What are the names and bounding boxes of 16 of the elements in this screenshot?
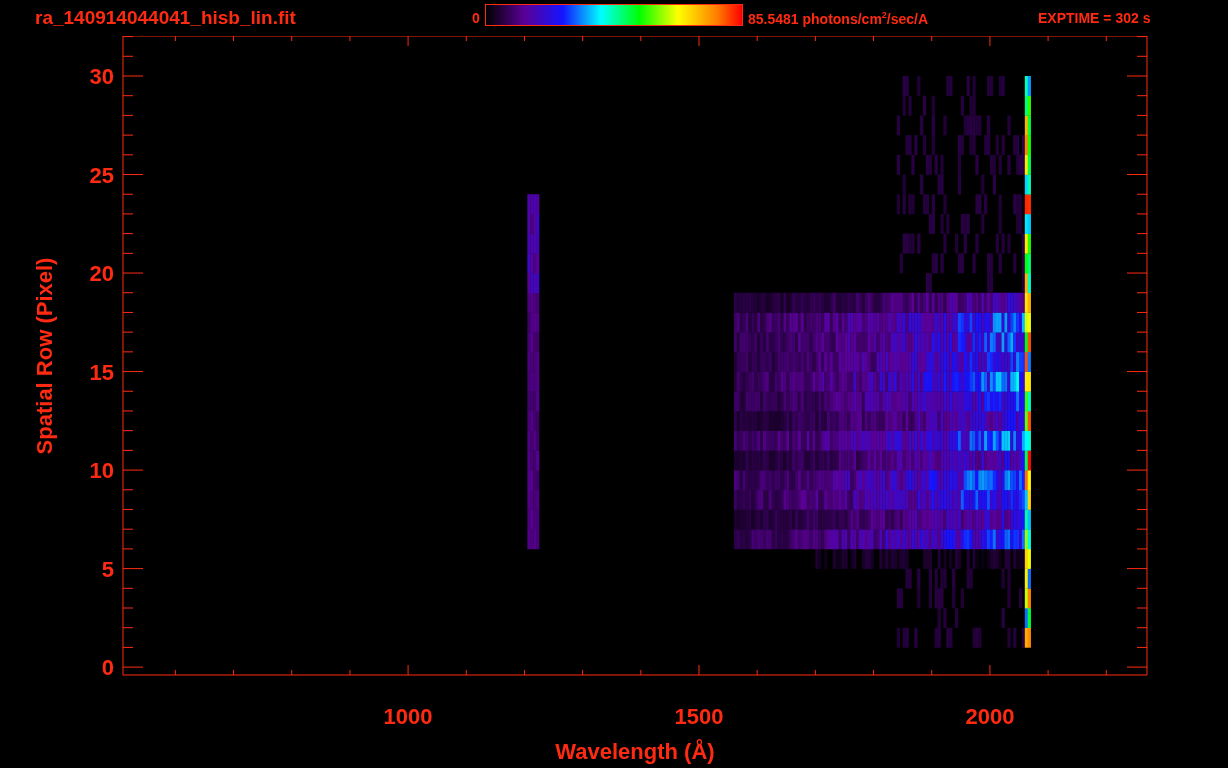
colorbar-max-label: 85.5481 photons/cm$^{2}$/sec/A (747, 9, 930, 27)
y-tick-label: 20 (89, 261, 114, 287)
y-tick-label: 0 (101, 655, 114, 681)
y-tick-label: 10 (89, 458, 114, 484)
x-axis-title: Wavelength (Å) (555, 739, 715, 764)
y-tick-label: 30 (89, 64, 114, 89)
y-tick-label: 5 (101, 556, 114, 582)
x-tick-label: 2000 (965, 704, 1015, 729)
file-name: ra_140914044041_hisb_lin.fit (34, 7, 297, 29)
colorbar-min-label: 0 (472, 10, 481, 26)
y-axis-title: Spatial Row (Pixel) (32, 257, 57, 455)
y-tick-label: 25 (89, 162, 114, 188)
exposure-time: EXPTIME = 302 s (1038, 10, 1152, 26)
x-tick-label: 1000 (383, 704, 433, 729)
y-tick-label: 15 (89, 359, 114, 385)
x-tick-label: 1500 (674, 704, 724, 729)
